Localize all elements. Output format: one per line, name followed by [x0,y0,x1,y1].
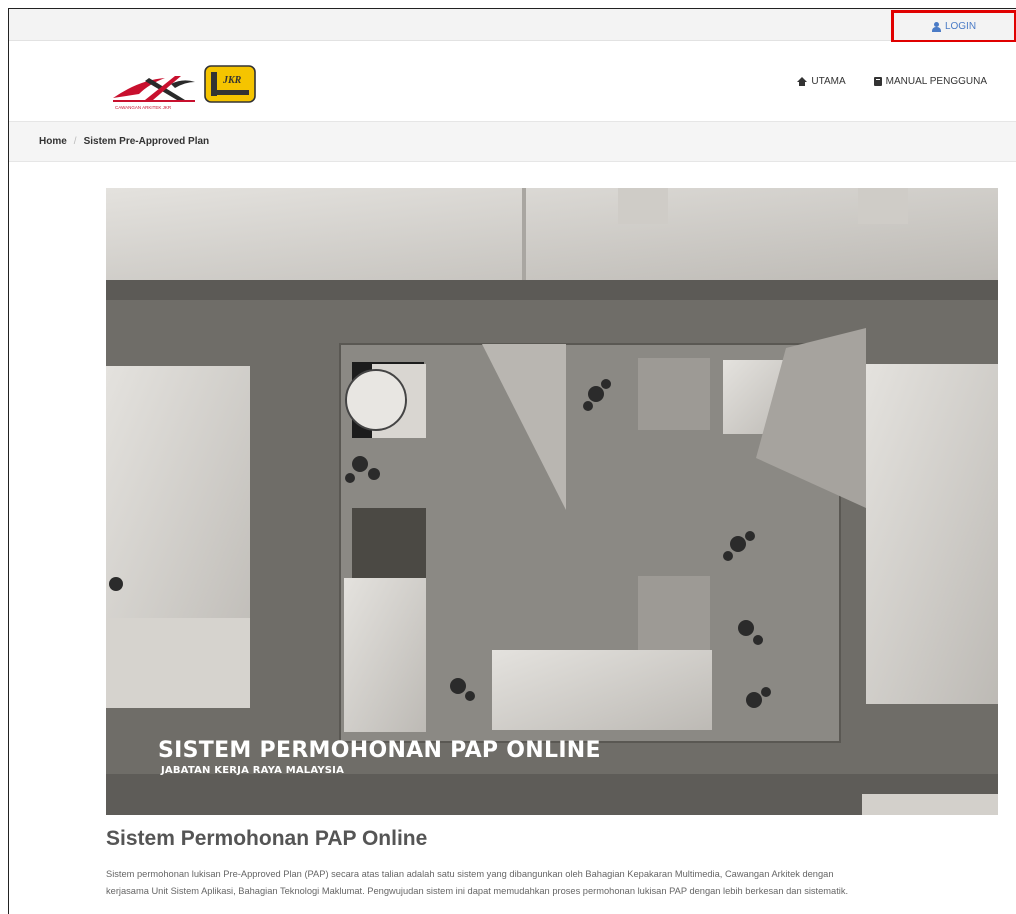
intro-line-2: kerjasama Unit Sistem Aplikasi, Bahagian… [106,886,849,896]
breadcrumb-home[interactable]: Home [39,136,67,147]
nav-manual-label: MANUAL PENGGUNA [885,76,987,87]
hero-subtitle: JABATAN KERJA RAYA MALAYSIA [161,765,345,776]
hero-title: SISTEM PERMOHONAN PAP ONLINE [158,738,601,763]
login-button[interactable]: LOGIN [891,10,1016,43]
nav-manual-pengguna[interactable]: MANUAL PENGGUNA [873,76,987,87]
architectural-model-image [106,188,998,815]
jkr-badge-text: JKR [222,75,242,86]
hero-banner: SISTEM PERMOHONAN PAP ONLINE JABATAN KER… [106,188,998,815]
login-label: LOGIN [944,21,977,32]
breadcrumb-separator: / [73,136,77,147]
logo-caption: CAWANGAN ARKITEK JKR [115,105,172,110]
nav-utama-label: UTAMA [811,76,846,87]
user-icon [931,21,941,32]
book-icon [873,77,882,86]
top-bar [9,9,1016,41]
breadcrumb: Home / Sistem Pre-Approved Plan [9,122,1016,162]
site-header: CAWANGAN ARKITEK JKR JKR UTAMA MANUAL PE… [9,42,1016,122]
intro-paragraph: Sistem permohonan lukisan Pre-Approved P… [106,866,1006,900]
intro-line-1: Sistem permohonan lukisan Pre-Approved P… [106,869,834,879]
page-title: Sistem Permohonan PAP Online [106,827,428,850]
main-nav: UTAMA MANUAL PENGGUNA [797,76,987,87]
browser-viewport: LOGIN CAWANGAN ARKITEK JKR JKR UTAMA MAN… [8,8,1016,914]
home-icon [797,77,808,86]
nav-utama[interactable]: UTAMA [797,76,846,87]
logo[interactable]: CAWANGAN ARKITEK JKR JKR [109,64,261,112]
cawangan-arkitek-logo: CAWANGAN ARKITEK JKR JKR [113,65,256,110]
breadcrumb-current: Sistem Pre-Approved Plan [83,136,210,147]
